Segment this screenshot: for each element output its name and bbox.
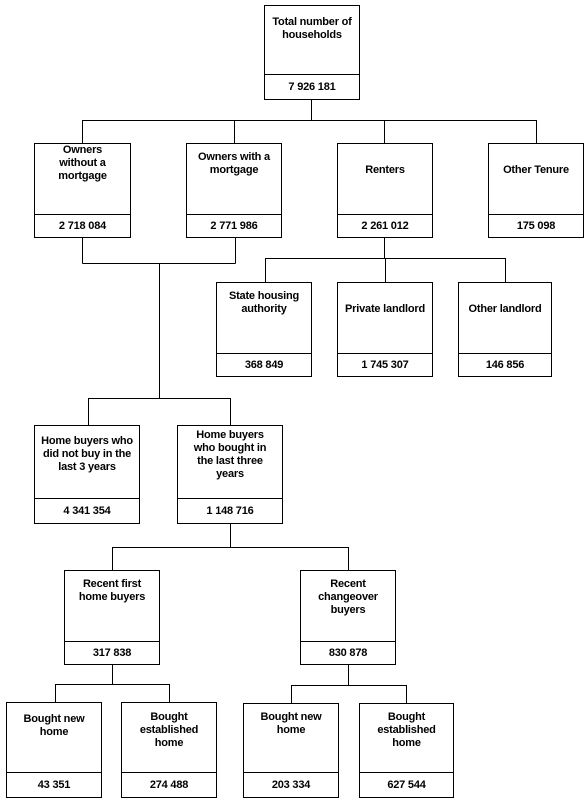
node-label: Total number of households — [272, 16, 352, 41]
node-value: 274 488 — [122, 772, 216, 797]
node-owners-without-mortgage: Owners without a mortgage 2 718 084 — [34, 143, 131, 238]
node-value: 4 341 354 — [35, 498, 139, 523]
node-value: 368 849 — [217, 353, 311, 376]
node-value: 2 261 012 — [338, 214, 432, 237]
node-value: 203 334 — [244, 772, 338, 797]
connector-recent — [112, 523, 349, 570]
node-value: 1 148 716 — [178, 498, 282, 523]
node-not-recent-buyers: Home buyers who did not buy in the last … — [34, 425, 140, 524]
node-value: 2 718 084 — [35, 214, 130, 237]
node-other-landlord: Other landlord 146 856 — [458, 282, 552, 377]
node-value: 627 544 — [360, 772, 453, 797]
connector-total — [82, 99, 537, 143]
node-recent-buyers: Home buyers who bought in the last three… — [177, 425, 283, 524]
node-first-new: Bought new home 43 351 — [6, 702, 102, 798]
node-recent-first: Recent first home buyers 317 838 — [64, 570, 160, 665]
node-owners-with-mortgage: Owners with a mortgage 2 771 986 — [186, 143, 282, 238]
node-label: Recent first home buyers — [78, 578, 146, 603]
node-value: 830 878 — [301, 641, 395, 664]
node-label: Home buyers who did not buy in the last … — [41, 435, 133, 473]
node-private-landlord: Private landlord 1 745 307 — [337, 282, 433, 377]
node-label: Owners without a mortgage — [58, 144, 107, 182]
node-changeover-new: Bought new home 203 334 — [243, 703, 339, 798]
node-other-tenure: Other Tenure 175 098 — [488, 143, 584, 238]
node-changeover-established: Bought established home 627 544 — [359, 703, 454, 798]
connector-lines — [55, 99, 537, 703]
node-label: Private landlord — [345, 303, 425, 315]
node-value: 146 856 — [459, 353, 551, 376]
node-label: Recent changeover buyers — [318, 578, 378, 616]
node-value: 7 926 181 — [265, 74, 359, 99]
node-label: Bought new home — [260, 711, 322, 736]
node-label: State housing authority — [228, 290, 300, 315]
node-label: Renters — [365, 164, 405, 176]
node-value: 1 745 307 — [338, 353, 432, 376]
node-first-established: Bought established home 274 488 — [121, 702, 217, 798]
node-recent-changeover: Recent changeover buyers 830 878 — [300, 570, 396, 665]
node-label: Home buyers who bought in the last three… — [193, 429, 267, 480]
connector-owners — [82, 237, 236, 425]
node-state-housing: State housing authority 368 849 — [216, 282, 312, 377]
node-value: 175 098 — [489, 214, 583, 237]
node-value: 2 771 986 — [187, 214, 281, 237]
connector-changeover — [291, 664, 407, 703]
node-total: Total number of households 7 926 181 — [264, 5, 360, 100]
node-label: Owners with a mortgage — [198, 151, 270, 176]
node-label: Other landlord — [468, 303, 542, 315]
node-value: 43 351 — [7, 772, 101, 797]
node-label: Bought established home — [139, 711, 199, 749]
node-renters: Renters 2 261 012 — [337, 143, 433, 238]
node-value: 317 838 — [65, 641, 159, 664]
node-label: Bought established home — [377, 711, 436, 749]
node-label: Other Tenure — [503, 164, 569, 176]
connector-first — [55, 664, 170, 702]
node-label: Bought new home — [23, 713, 85, 738]
connector-renters — [265, 237, 506, 282]
